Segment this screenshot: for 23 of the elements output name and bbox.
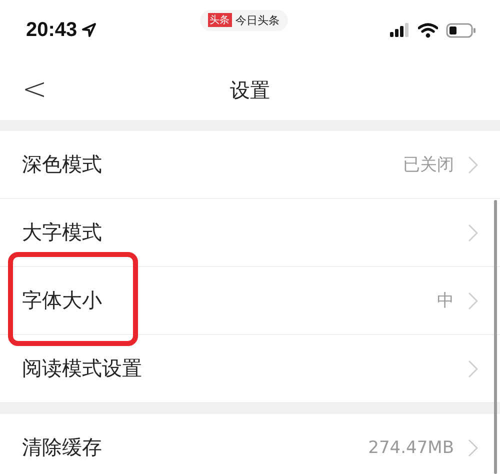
chevron-right-icon — [468, 224, 478, 242]
wifi-icon — [418, 22, 438, 38]
signal-icon — [390, 23, 410, 37]
row-label: 深色模式 — [22, 151, 102, 178]
app-logo: 头条 — [208, 13, 232, 27]
row-label: 阅读模式设置 — [22, 355, 142, 382]
row-label: 字体大小 — [22, 287, 102, 314]
row-label: 清除缓存 — [22, 434, 102, 461]
chevron-right-icon — [468, 292, 478, 310]
app-name: 今日头条 — [236, 12, 280, 28]
clock-time: 20:43 — [26, 18, 78, 42]
page-title: 设置 — [230, 76, 270, 104]
settings-row[interactable]: 深色模式 已关闭 — [0, 131, 500, 199]
row-value: 中 — [437, 290, 454, 312]
chevron-right-icon — [468, 360, 478, 378]
battery-icon — [446, 22, 476, 38]
back-button[interactable]: < — [16, 72, 54, 107]
row-label: 大字模式 — [22, 219, 102, 246]
row-value: 已关闭 — [403, 154, 454, 176]
chevron-right-icon — [468, 156, 478, 174]
chevron-right-icon — [468, 438, 478, 456]
row-value: 274.47MB — [368, 438, 454, 458]
location-arrow-icon — [81, 22, 98, 38]
